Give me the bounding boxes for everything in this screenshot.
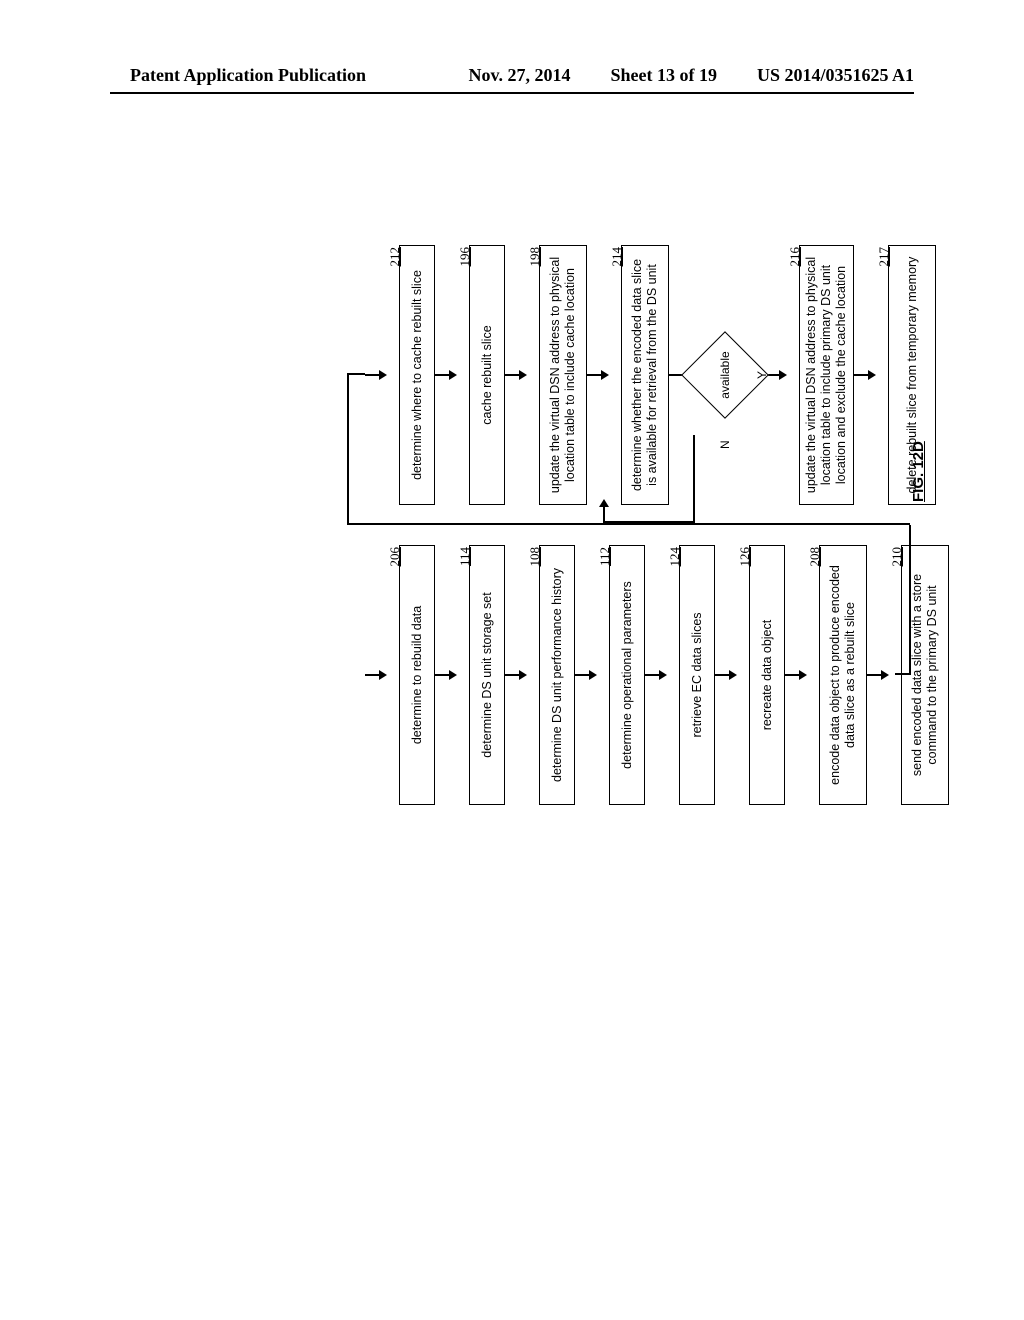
step-num-108: 108 — [527, 547, 543, 567]
step-216: update the virtual DSN address to physic… — [799, 245, 854, 505]
loopback-seg — [603, 505, 605, 523]
step-num-196: 196 — [457, 247, 473, 267]
arrow-icon — [435, 370, 457, 380]
step-112: determine operational parameters — [609, 545, 645, 805]
step-196: cache rebuilt slice — [469, 245, 505, 505]
decision-label: available — [718, 351, 732, 398]
decision-available: available N Y — [695, 315, 755, 435]
bridge-seg — [895, 674, 909, 676]
arrow-icon — [587, 370, 609, 380]
bridge-seg — [347, 375, 349, 525]
step-num-208: 208 — [807, 547, 823, 567]
header-publication: Patent Application Publication — [130, 65, 366, 86]
bridge-seg — [347, 374, 365, 376]
header-rule — [110, 92, 914, 94]
step-num-210: 210 — [889, 547, 905, 567]
step-num-217: 217 — [876, 247, 892, 267]
decision-no-label: N — [718, 440, 732, 449]
entry-arrow-right — [365, 370, 387, 380]
step-214: determine whether the encoded data slice… — [621, 245, 669, 505]
step-124: retrieve EC data slices — [679, 545, 715, 805]
header-date: Nov. 27, 2014 — [468, 65, 570, 86]
header-sheet: Sheet 13 of 19 — [610, 65, 717, 86]
step-206: determine to rebuild data — [399, 545, 435, 805]
step-198: update the virtual DSN address to physic… — [539, 245, 587, 505]
step-num-114: 114 — [457, 547, 473, 566]
flow-right-column: 212 determine where to cache rebuilt sli… — [365, 245, 936, 505]
arrow-icon — [575, 670, 597, 680]
loopback-seg — [693, 435, 695, 523]
bridge-seg — [909, 525, 911, 675]
step-num-214: 214 — [609, 247, 625, 267]
arrow-icon — [867, 670, 889, 680]
step-114: determine DS unit storage set — [469, 545, 505, 805]
step-208: encode data object to produce encoded da… — [819, 545, 867, 805]
step-num-206: 206 — [387, 547, 403, 567]
loopback-arrowhead-icon — [599, 499, 609, 507]
arrow-icon — [435, 670, 457, 680]
step-num-212: 212 — [387, 247, 403, 267]
entry-arrow — [365, 670, 387, 680]
arrow-icon — [854, 370, 876, 380]
flowchart-fig-12d: 206 determine to rebuild data 114 determ… — [365, 245, 855, 805]
arrow-icon — [785, 670, 807, 680]
bridge-seg — [347, 524, 910, 526]
arrow-icon — [715, 670, 737, 680]
flow-left-column: 206 determine to rebuild data 114 determ… — [365, 545, 949, 805]
step-num-126: 126 — [737, 547, 753, 567]
decision-yes-label: Y — [755, 371, 769, 379]
arrow-icon — [505, 670, 527, 680]
step-126: recreate data object — [749, 545, 785, 805]
step-num-124: 124 — [667, 547, 683, 567]
step-212: determine where to cache rebuilt slice — [399, 245, 435, 505]
step-num-216: 216 — [787, 247, 803, 267]
header-docnum: US 2014/0351625 A1 — [757, 65, 914, 86]
step-num-112: 112 — [597, 547, 613, 566]
figure-label: FIG. 12D — [910, 441, 927, 502]
step-num-198: 198 — [527, 247, 543, 267]
step-108: determine DS unit performance history — [539, 545, 575, 805]
arrow-icon — [645, 670, 667, 680]
arrow-icon — [505, 370, 527, 380]
